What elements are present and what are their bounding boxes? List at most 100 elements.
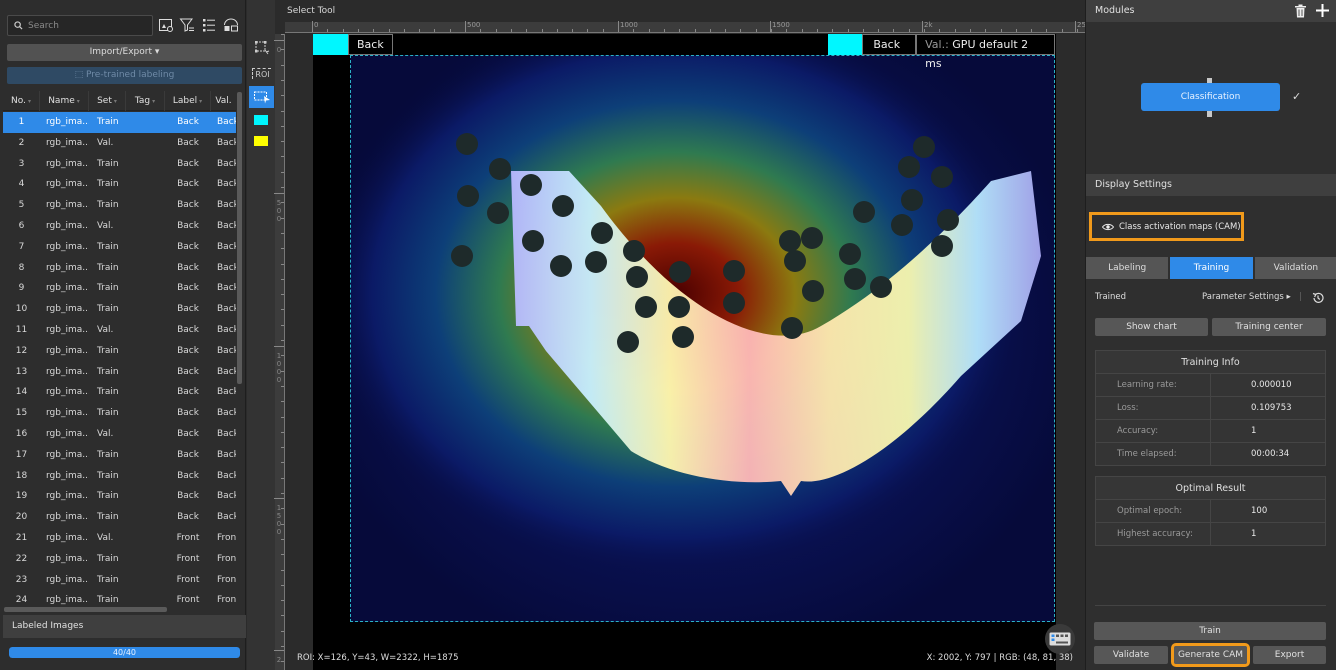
history-icon[interactable] [1312,292,1324,304]
ruler-tick [1015,29,1017,32]
cell-set: Train [97,200,119,211]
ruler-tick [281,187,284,188]
cell-label: Back [177,470,199,481]
ruler-tick [281,615,284,617]
ruler-tick [281,294,284,296]
column-header-label[interactable]: Label ▾ [165,91,211,111]
separator: | [1299,292,1302,302]
select-tool-button[interactable] [249,86,274,108]
ruler-tick [1046,29,1048,32]
training-info-title: Training Info [1095,350,1326,374]
cell-no: 5 [18,200,25,211]
validation-label-text: Back [862,34,917,55]
table-row[interactable]: 19 rgb_ima... Train Back Back [3,486,236,507]
table-row[interactable]: 20 rgb_ima... Train Back Back [3,507,236,528]
table-row[interactable]: 6 rgb_ima... Val. Back Back [3,216,236,237]
table-row[interactable]: 14 rgb_ima... Train Back Back [3,382,236,403]
image-table-header: No. ▾ Name ▾ Set ▾ Tag ▾ Label ▾ Val. [3,91,236,111]
table-row[interactable]: 8 rgb_ima... Train Back Back [3,258,236,279]
table-row[interactable]: 9 rgb_ima... Train Back Back [3,278,236,299]
table-row[interactable]: 16 rgb_ima... Val. Back Back [3,424,236,445]
cell-label: Back [177,512,199,523]
image-table-body: 1 rgb_ima... Train Back Back 2 rgb_ima... Val. B… [3,112,236,606]
column-header-val[interactable]: Val. [211,91,236,111]
image-viewport[interactable]: Back Back Val.: GPU default 2 ms [286,34,1075,670]
cell-label: Back [177,241,199,252]
roi-tool-button[interactable]: ROI [249,62,274,84]
table-row[interactable]: 15 rgb_ima... Train Back Back [3,403,236,424]
class-color-swatch-yellow[interactable] [254,136,268,146]
export-button[interactable]: Export [1253,646,1326,664]
roi-status: ROI: X=126, Y=43, W=2322, H=1875 [297,653,459,663]
column-header-no[interactable]: No. ▾ [3,91,40,111]
cam-toggle[interactable]: Class activation maps (CAM) [1089,212,1244,241]
class-color-swatch-cyan[interactable] [254,115,268,125]
module-output-port[interactable] [1207,111,1212,117]
module-node-classification[interactable]: Classification [1141,83,1280,111]
pretrained-labeling-button[interactable]: ⬚ Pre-trained labeling [7,67,242,84]
image-filter-icon[interactable] [158,17,174,33]
cell-tag [126,590,165,606]
vertical-scrollbar[interactable] [237,92,242,384]
tab-labeling[interactable]: Labeling [1086,257,1169,279]
cell-name: rgb_ima... [46,283,89,294]
table-row[interactable]: 24 rgb_ima... Train Front Front [3,590,236,606]
column-header-tag[interactable]: Tag ▾ [126,91,165,111]
cell-label: Back [177,366,199,377]
cell-name: rgb_ima... [46,470,89,481]
table-row[interactable]: 7 rgb_ima... Train Back Back [3,237,236,258]
cell-set: Train [97,117,119,127]
roi-region[interactable] [350,55,1055,622]
plate-hole [801,227,823,249]
add-module-icon[interactable] [1316,4,1329,17]
table-row[interactable]: 4 rgb_ima... Train Back Back [3,174,236,195]
table-row[interactable]: 11 rgb_ima... Val. Back Back [3,320,236,341]
tab-validation[interactable]: Validation [1254,257,1336,279]
cell-label: Back [177,387,199,398]
filter-icon[interactable] [179,17,195,33]
table-row[interactable]: 21 rgb_ima... Val. Front Front [3,528,236,549]
trash-icon[interactable] [1294,4,1307,18]
cell-label: Front [176,553,200,564]
plate-hole [456,133,478,155]
polygon-tool-button[interactable] [249,37,274,59]
generate-cam-button[interactable]: Generate CAM [1171,643,1250,667]
table-row[interactable]: 5 rgb_ima... Train Back Back [3,195,236,216]
cell-label: Back [177,158,199,169]
parameter-settings-link[interactable]: Parameter Settings ▸ [1202,292,1291,302]
table-row[interactable]: 13 rgb_ima... Train Back Back [3,362,236,383]
train-button[interactable]: Train [1094,622,1326,640]
validate-button[interactable]: Validate [1094,646,1168,664]
table-row[interactable]: 3 rgb_ima... Train Back Back [3,154,236,175]
ruler-tick [327,29,329,32]
cell-set: Train [97,449,119,460]
column-header-name[interactable]: Name ▾ [40,91,89,111]
table-row[interactable]: 23 rgb_ima... Train Front Front [3,570,236,591]
cell-label: Front [176,532,200,543]
table-row[interactable]: 17 rgb_ima... Train Back Back [3,445,236,466]
tab-training[interactable]: Training [1170,257,1253,279]
table-row[interactable]: 12 rgb_ima... Train Back Back [3,341,236,362]
search-box[interactable] [7,15,153,36]
column-header-set[interactable]: Set ▾ [89,91,126,111]
horizontal-scrollbar[interactable] [4,607,167,612]
table-row[interactable]: 1 rgb_ima... Train Back Back [3,112,236,133]
table-row[interactable]: 22 rgb_ima... Train Front Front [3,549,236,570]
plate-hole [853,201,875,223]
import-export-button[interactable]: Import/Export ▾ [7,44,242,61]
list-icon[interactable] [201,17,217,33]
keyboard-icon [1049,632,1071,646]
layout-icon[interactable] [223,17,239,33]
training-center-button[interactable]: Training center [1212,318,1326,336]
ruler-tick [816,29,818,32]
cell-tag [126,195,165,216]
table-row[interactable]: 2 rgb_ima... Val. Back Back [3,133,236,154]
ruler-tick [893,29,895,32]
keyboard-shortcuts-button[interactable] [1045,624,1075,654]
table-row[interactable]: 10 rgb_ima... Train Back Back [3,299,236,320]
column-label: Name [48,96,75,106]
search-input[interactable] [28,20,148,31]
show-chart-button[interactable]: Show chart [1095,318,1208,336]
table-row[interactable]: 18 rgb_ima... Train Back Back [3,466,236,487]
cell-label: Back [177,408,199,419]
